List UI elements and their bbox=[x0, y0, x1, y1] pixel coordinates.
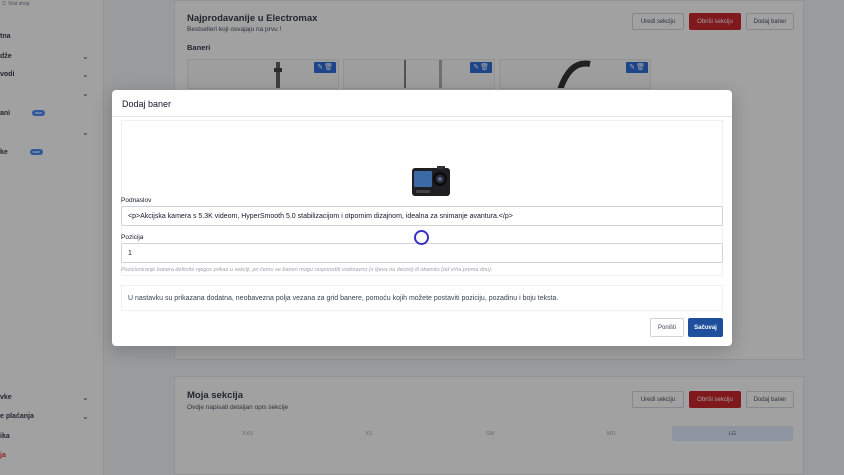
save-button[interactable]: Sačuvaj bbox=[688, 318, 723, 337]
subtitle-input[interactable]: <p>Akcijska kamera s 5.3K videom, HyperS… bbox=[121, 206, 723, 226]
add-banner-modal: Dodaj baner Podnaslov <p>Akcijska kamera… bbox=[112, 90, 732, 346]
action-camera-image bbox=[412, 166, 450, 196]
mouse-cursor-indicator bbox=[414, 230, 429, 245]
subtitle-label: Podnaslov bbox=[121, 197, 152, 204]
modal-divider bbox=[112, 116, 732, 117]
position-label: Pozicija bbox=[121, 234, 144, 241]
cancel-button[interactable]: Poništi bbox=[650, 318, 684, 337]
position-input[interactable]: 1 bbox=[121, 243, 723, 263]
info-text: U nastavku su prikazana dodatna, neobave… bbox=[128, 294, 559, 302]
optional-fields-info: U nastavku su prikazana dodatna, neobave… bbox=[121, 285, 723, 311]
modal-title: Dodaj baner bbox=[122, 99, 172, 109]
position-hint: Pozicioniranje banera definiše njegov pr… bbox=[121, 267, 493, 273]
